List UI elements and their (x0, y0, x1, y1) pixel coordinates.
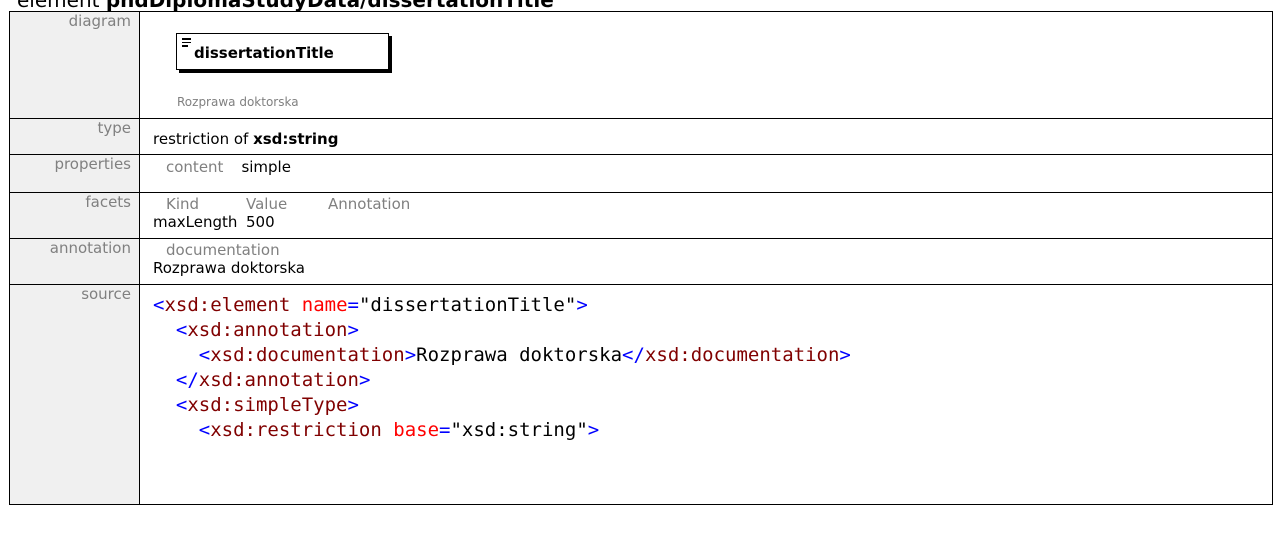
facet-kind: maxLength (153, 213, 238, 231)
annotation-text: Rozprawa doktorska (153, 259, 305, 277)
facet-value: 500 (246, 213, 275, 231)
source-equals: = (347, 294, 359, 316)
source-bracket: > (587, 419, 600, 441)
source-bracket: > (839, 344, 851, 366)
source-space (382, 419, 393, 441)
properties-cell: content simple (139, 154, 1273, 193)
facets-cell: Kind Value Annotation maxLength 500 (139, 192, 1273, 239)
type-label: type (9, 118, 140, 155)
source-attr-value: "dissertationTitle" (358, 294, 577, 316)
element-doc-icon (182, 38, 192, 49)
annotation-row: annotation documentation Rozprawa doktor… (9, 238, 1273, 285)
source-bracket: > (347, 319, 359, 341)
source-indent (153, 394, 176, 416)
facets-label: facets (9, 192, 140, 239)
diagram-cell: dissertationTitle Rozprawa doktorska (139, 11, 1273, 119)
annotation-label: annotation (9, 238, 140, 285)
source-code: <xsd:element name="dissertationTitle"> <… (153, 285, 1272, 443)
facets-row: facets Kind Value Annotation maxLength 500 (9, 192, 1273, 239)
source-tag-name: xsd:element (164, 294, 291, 316)
source-indent (153, 319, 176, 341)
property-value: simple (241, 158, 291, 176)
element-doc-caption: Rozprawa doktorska (177, 95, 299, 109)
source-line: <xsd:restriction base="xsd:string"> (153, 418, 1272, 443)
type-row: type restriction of xsd:string (9, 118, 1273, 155)
source-tag-name: xsd:annotation (187, 319, 348, 341)
annotation-head: documentation (166, 241, 280, 259)
source-cell: <xsd:element name="dissertationTitle"> <… (139, 284, 1273, 505)
diagram-label: diagram (9, 11, 140, 119)
source-line: <xsd:annotation> (153, 318, 1272, 343)
source-bracket: < (198, 419, 211, 441)
source-bracket: > (358, 369, 371, 391)
element-box[interactable]: dissertationTitle (176, 33, 389, 70)
source-attr-name: base (393, 419, 440, 441)
source-tag-name: xsd:restriction (210, 419, 382, 441)
source-bracket: < (153, 294, 165, 316)
source-label: source (9, 284, 140, 505)
source-bracket: > (404, 344, 417, 366)
source-indent (153, 344, 199, 366)
source-indent (153, 369, 176, 391)
element-diagram[interactable]: dissertationTitle (176, 33, 398, 77)
element-name: dissertationTitle (194, 44, 334, 62)
source-bracket: < (175, 319, 188, 341)
source-bracket: < (175, 394, 188, 416)
source-line: <xsd:element name="dissertationTitle"> (153, 293, 1272, 318)
source-bracket: > (576, 294, 588, 316)
source-space (290, 294, 301, 316)
source-tag-name: xsd:simpleType (187, 394, 348, 416)
source-bracket: </ (175, 369, 199, 391)
source-attr-value: "xsd:string" (450, 419, 588, 441)
annotation-cell: documentation Rozprawa doktorska (139, 238, 1273, 285)
element-doc-table: diagram dissertationTitle Rozprawa dokto… (9, 11, 1273, 505)
source-bracket: < (198, 344, 211, 366)
source-bracket: </ (622, 344, 645, 366)
type-base[interactable]: xsd:string (253, 130, 338, 148)
source-indent (153, 419, 199, 441)
source-tag-name: xsd:annotation (198, 369, 359, 391)
source-row: source <xsd:element name="dissertationTi… (9, 284, 1273, 505)
source-tag-name: xsd:documentation (210, 344, 405, 366)
source-line: </xsd:annotation> (153, 368, 1272, 393)
properties-label: properties (9, 154, 140, 193)
diagram-row: diagram dissertationTitle Rozprawa dokto… (9, 11, 1273, 119)
source-bracket: > (347, 394, 359, 416)
type-prefix: restriction of (153, 130, 254, 148)
property-key: content (166, 158, 224, 176)
source-text: Rozprawa doktorska (416, 344, 623, 366)
source-line: <xsd:simpleType> (153, 393, 1272, 418)
properties-row: properties content simple (9, 154, 1273, 193)
facet-header-annotation: Annotation (328, 195, 411, 213)
source-equals: = (439, 419, 451, 441)
facet-row: maxLength 500 (140, 213, 1272, 231)
facet-header-value: Value (246, 195, 288, 213)
source-line: <xsd:documentation>Rozprawa doktorska</x… (153, 343, 1272, 368)
type-cell: restriction of xsd:string (139, 118, 1273, 155)
source-attr-name: name (301, 294, 348, 316)
source-tag-name: xsd:documentation (644, 344, 840, 366)
facet-header-kind: Kind (166, 195, 200, 213)
